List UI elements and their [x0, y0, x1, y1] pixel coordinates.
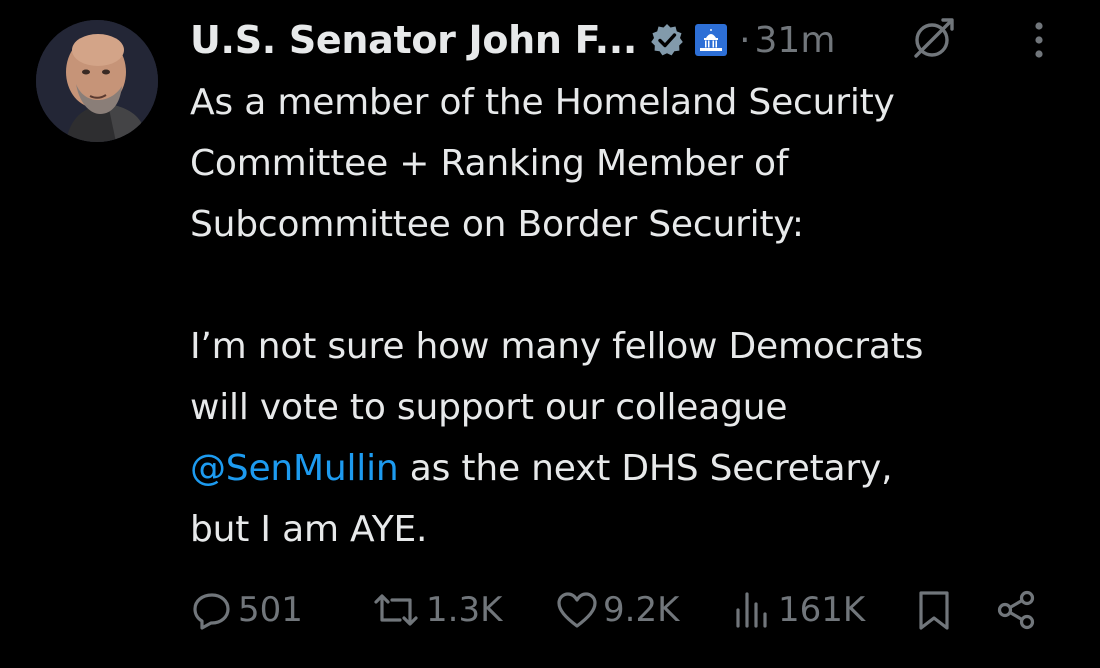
heart-icon [557, 592, 597, 628]
bookmark-button[interactable] [912, 582, 956, 638]
repost-icon [374, 594, 418, 626]
action-bar: 501 1.3K 9.2K 161K [190, 582, 1050, 638]
analytics-icon [736, 592, 767, 628]
post-time[interactable]: 31m [755, 20, 836, 61]
repost-button[interactable]: 1.3K [370, 582, 502, 638]
reply-icon [193, 593, 230, 630]
author-display-name[interactable]: U.S. Senator John F... [190, 18, 637, 62]
tweet-line: Committee + Ranking Member of [190, 143, 789, 184]
repost-count: 1.3K [426, 590, 503, 630]
tweet-line: Subcommittee on Border Security: [190, 204, 804, 245]
mention-suffix: as the next DHS Secretary, [398, 448, 893, 489]
tweet-text: As a member of the Homeland Security Com… [190, 72, 1070, 560]
like-button[interactable]: 9.2K [555, 582, 679, 638]
tweet-line: As a member of the Homeland Security [190, 82, 895, 123]
view-count: 161K [778, 590, 866, 630]
verified-badge-icon[interactable] [649, 22, 685, 58]
author-avatar[interactable] [36, 20, 158, 142]
tweet-line-with-mention: @SenMullin as the next DHS Secretary, [190, 438, 1070, 499]
share-button[interactable] [994, 582, 1038, 638]
reply-count: 501 [238, 590, 303, 630]
tweet-line: but I am AYE. [190, 509, 428, 550]
share-icon [997, 590, 1035, 630]
reply-button[interactable]: 501 [190, 582, 303, 638]
like-count: 9.2K [603, 590, 680, 630]
capitol-building-icon[interactable] [695, 24, 728, 56]
more-options-icon[interactable] [1024, 18, 1054, 62]
tweet-line: will vote to support our colleague [190, 387, 788, 428]
bookmark-icon [919, 591, 949, 630]
tweet-header: U.S. Senator John F... · 31m [190, 12, 1070, 68]
views-button[interactable]: 161K [730, 582, 865, 638]
mention-link[interactable]: @SenMullin [190, 448, 399, 489]
grok-icon[interactable] [908, 14, 958, 64]
separator-dot: · [739, 19, 751, 61]
avatar-photo [36, 20, 158, 142]
tweet-line: I’m not sure how many fellow Democrats [190, 326, 924, 367]
